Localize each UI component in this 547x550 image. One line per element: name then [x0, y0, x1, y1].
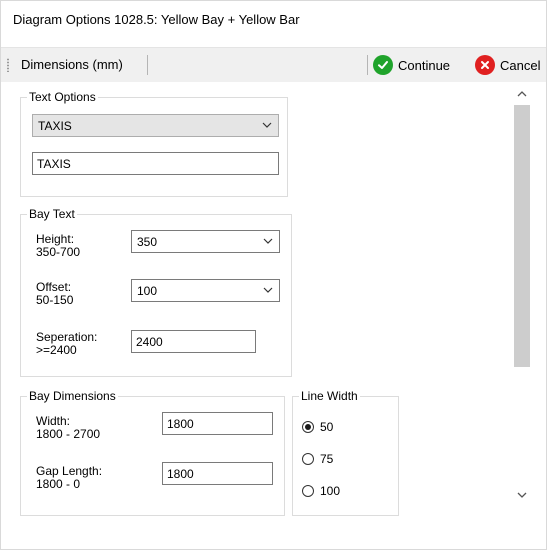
gap-length-field-value: 1800	[167, 467, 194, 481]
width-label: Width: 1800 - 2700	[36, 414, 101, 441]
line-width-radio-75[interactable]: 75	[302, 452, 333, 466]
chevron-down-icon	[262, 122, 272, 128]
radio-selected-icon	[302, 421, 314, 433]
gap-length-field[interactable]: 1800	[162, 462, 273, 485]
dialog-window: Diagram Options 1028.5: Yellow Bay + Yel…	[0, 0, 547, 550]
gap-length-label: Gap Length: 1800 - 0	[36, 464, 103, 491]
text-options-field-value: TAXIS	[37, 157, 71, 171]
scroll-thumb[interactable]	[514, 105, 530, 367]
text-options-combo-value: TAXIS	[38, 119, 72, 133]
cancel-label: Cancel	[500, 57, 541, 73]
toolbar: Dimensions (mm) Continue Cancel	[1, 47, 546, 83]
separation-field[interactable]: 2400	[131, 330, 256, 353]
height-label: Height: 350-700	[36, 232, 81, 259]
toolbar-separator	[367, 55, 368, 75]
offset-combo[interactable]: 100	[131, 279, 280, 302]
bay-text-title: Bay Text	[27, 207, 77, 221]
bay-dimensions-title: Bay Dimensions	[27, 389, 118, 403]
line-width-radio-50[interactable]: 50	[302, 420, 333, 434]
continue-button[interactable]: Continue	[373, 54, 450, 76]
width-field-value: 1800	[167, 417, 194, 431]
continue-label: Continue	[398, 57, 451, 73]
title-bar[interactable]: Diagram Options 1028.5: Yellow Bay + Yel…	[1, 1, 546, 41]
scroll-down-icon[interactable]	[513, 486, 531, 504]
check-circle-icon	[373, 55, 393, 75]
height-combo[interactable]: 350	[131, 230, 280, 253]
options-panel: Text Options TAXIS TAXIS Bay Text Height…	[1, 82, 546, 516]
window-title: Diagram Options 1028.5: Yellow Bay + Yel…	[13, 12, 300, 27]
scroll-up-icon[interactable]	[513, 85, 531, 103]
chevron-down-icon	[263, 238, 273, 244]
x-circle-icon	[475, 55, 495, 75]
height-combo-value: 350	[137, 235, 158, 249]
text-options-field[interactable]: TAXIS	[32, 152, 279, 175]
separation-field-value: 2400	[136, 335, 163, 349]
separation-label: Seperation: >=2400	[36, 330, 98, 357]
offset-combo-value: 100	[137, 284, 158, 298]
cancel-button[interactable]: Cancel	[475, 54, 540, 76]
text-options-title: Text Options	[27, 90, 98, 104]
text-options-combo[interactable]: TAXIS	[32, 114, 279, 137]
line-width-option-label: 75	[320, 452, 334, 466]
line-width-title: Line Width	[299, 389, 360, 403]
toolbar-grip[interactable]	[7, 58, 9, 72]
radio-unselected-icon	[302, 453, 314, 465]
text-options-group: Text Options	[20, 90, 288, 197]
width-field[interactable]: 1800	[162, 412, 273, 435]
line-width-option-label: 100	[320, 484, 341, 498]
chevron-down-icon	[263, 287, 273, 293]
radio-unselected-icon	[302, 485, 314, 497]
line-width-radio-100[interactable]: 100	[302, 484, 340, 498]
toolbar-separator	[147, 55, 148, 75]
dimensions-label: Dimensions (mm)	[21, 57, 123, 72]
line-width-option-label: 50	[320, 420, 334, 434]
vertical-scrollbar[interactable]	[513, 82, 531, 509]
offset-label: Offset: 50-150	[36, 280, 74, 307]
